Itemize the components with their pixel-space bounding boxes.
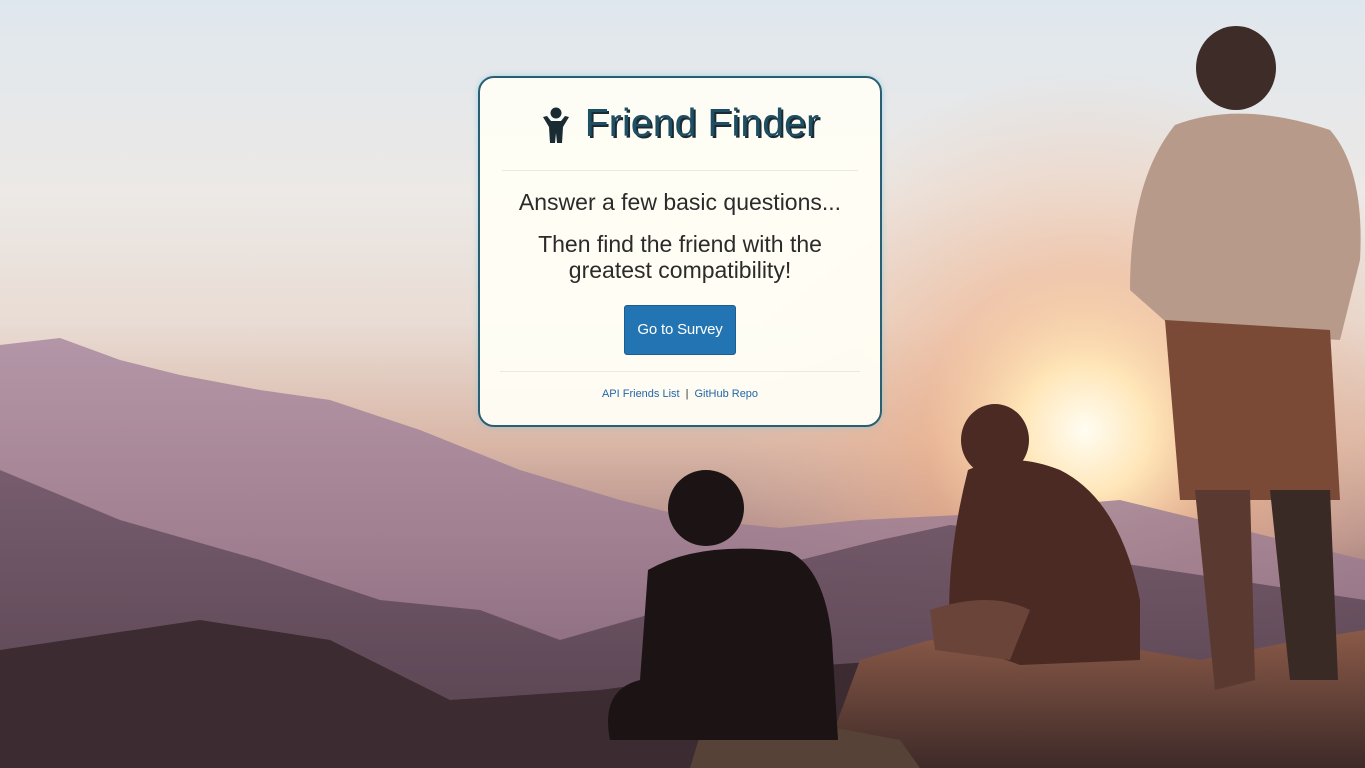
link-separator: | — [685, 388, 689, 400]
go-to-survey-button[interactable]: Go to Survey — [624, 305, 736, 355]
title-row: Friend Finder — [502, 78, 858, 171]
person-icon — [541, 107, 571, 145]
intro-card: Friend Finder Answer a few basic questio… — [478, 76, 882, 427]
api-friends-list-link[interactable]: API Friends List — [602, 388, 680, 400]
page-title: Friend Finder — [584, 102, 820, 145]
github-repo-link[interactable]: GitHub Repo — [694, 388, 758, 400]
intro-line-2: Then find the friend with the greatest c… — [538, 231, 822, 283]
intro-line-1: Answer a few basic questions... — [518, 189, 842, 215]
divider — [500, 371, 860, 372]
footer-links: API Friends List | GitHub Repo — [480, 388, 880, 400]
